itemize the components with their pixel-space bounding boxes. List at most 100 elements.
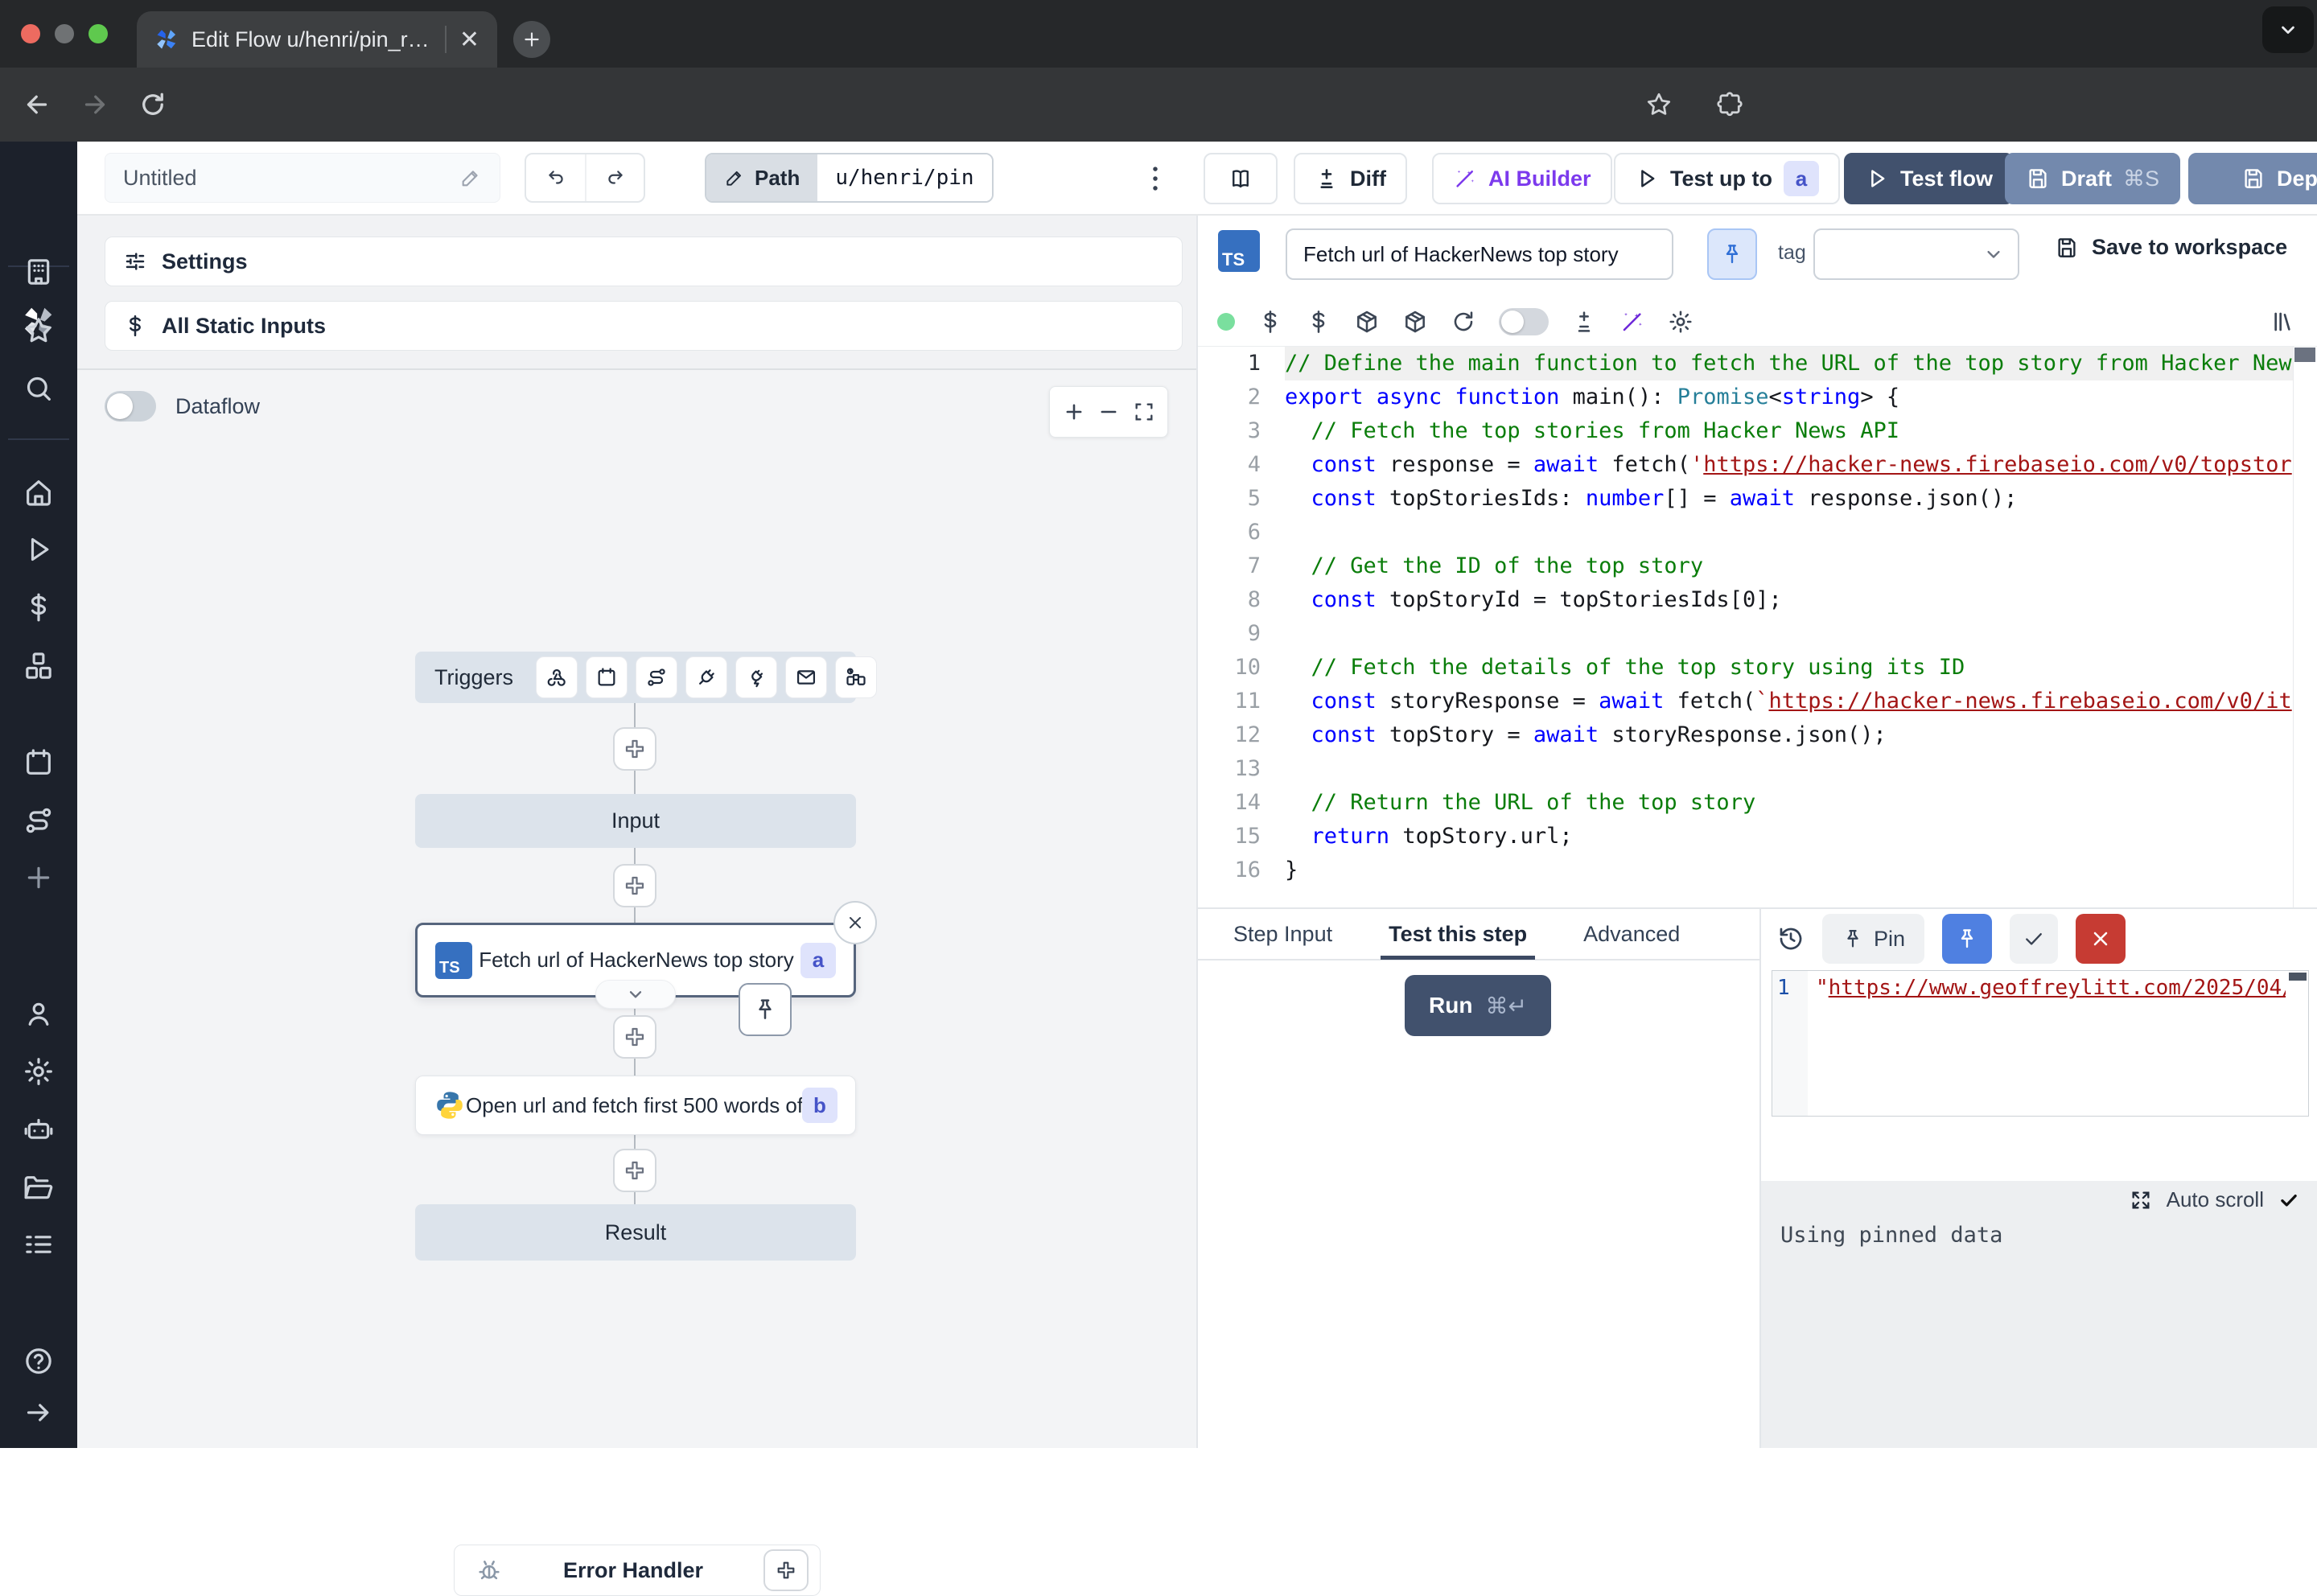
code-editor[interactable]: 1// Define the main function to fetch th… bbox=[1198, 346, 2317, 907]
browser-tab[interactable]: Edit Flow u/henri/pin_results ✕ bbox=[137, 11, 497, 68]
sidebar-item-settings gear-icon[interactable] bbox=[23, 1055, 55, 1088]
path-value[interactable]: u/henri/pin bbox=[817, 154, 991, 201]
forward-icon[interactable] bbox=[80, 90, 109, 119]
sidebar-item-resources boxes-icon[interactable] bbox=[23, 650, 55, 682]
draft-button[interactable]: Draft⌘S bbox=[2005, 153, 2180, 204]
trigger-plug-zap-button[interactable] bbox=[735, 656, 777, 698]
zoom-in-icon[interactable] bbox=[1063, 401, 1085, 423]
auto-scroll-row[interactable]: Auto scroll bbox=[2130, 1187, 2299, 1212]
expand-icon[interactable] bbox=[2130, 1189, 2152, 1211]
reload-icon[interactable] bbox=[138, 90, 167, 119]
trigger-route-button[interactable] bbox=[636, 656, 677, 698]
test-up-to-step-badge[interactable]: a bbox=[1784, 161, 1819, 196]
refresh-icon[interactable] bbox=[1451, 309, 1476, 335]
dollar-icon[interactable] bbox=[1306, 309, 1331, 335]
pinned-value: "https://www.geoffreylitt.com/2025/04/12… bbox=[1816, 976, 2286, 1000]
deploy-button[interactable]: Deploy bbox=[2188, 153, 2317, 204]
pin-toggle-button[interactable] bbox=[1707, 228, 1757, 280]
library-icon[interactable] bbox=[2270, 309, 2296, 335]
trigger-poll-button[interactable] bbox=[835, 656, 877, 698]
redo-button[interactable] bbox=[585, 154, 644, 201]
diff-pm-icon[interactable] bbox=[1571, 309, 1597, 335]
tab-step-input[interactable]: Step Input bbox=[1233, 908, 1332, 960]
save-to-workspace-button[interactable]: Save to workspace bbox=[2055, 235, 2287, 260]
triggers-node[interactable]: Triggers bbox=[415, 652, 856, 703]
flow-settings-row[interactable]: Settings bbox=[105, 237, 1183, 286]
error-handler-node[interactable]: Error Handler bbox=[454, 1545, 821, 1596]
insert-step-button[interactable] bbox=[613, 1149, 656, 1192]
pinned-data-editor[interactable]: 1 "https://www.geoffreylitt.com/2025/04/… bbox=[1772, 970, 2309, 1117]
trigger-calendar-button[interactable] bbox=[586, 656, 628, 698]
tag-select[interactable] bbox=[1813, 228, 2019, 280]
gear-icon[interactable] bbox=[1668, 309, 1694, 335]
pin-button[interactable]: Pin bbox=[1822, 914, 1924, 964]
zoom-out-icon[interactable] bbox=[1097, 401, 1120, 423]
insert-step-button[interactable] bbox=[613, 1015, 656, 1059]
sidebar-item-create plus-icon[interactable] bbox=[23, 862, 55, 894]
trigger-mail-button[interactable] bbox=[785, 656, 827, 698]
step-a-expand-chevron[interactable] bbox=[595, 980, 676, 1009]
sidebar-item-ai bot-icon[interactable] bbox=[23, 1114, 55, 1146]
test-flow-button[interactable]: Test flow bbox=[1844, 153, 2014, 204]
traffic-light-zoom[interactable] bbox=[88, 24, 108, 43]
sidebar-item-search search-icon[interactable] bbox=[23, 372, 55, 405]
sidebar-item-collapse arrow-right-icon[interactable] bbox=[23, 1396, 55, 1429]
path-button-group[interactable]: Path u/henri/pin bbox=[705, 153, 994, 203]
bookmark-star-icon[interactable] bbox=[1644, 90, 1673, 119]
add-error-handler-button[interactable] bbox=[763, 1549, 809, 1591]
trigger-webhook-button[interactable] bbox=[536, 656, 578, 698]
step-title-input[interactable] bbox=[1286, 228, 1673, 280]
tab-test-this-step[interactable]: Test this step bbox=[1389, 908, 1527, 960]
sidebar-item-variables dollar-icon[interactable] bbox=[23, 591, 55, 623]
undo-button[interactable] bbox=[526, 154, 585, 201]
sidebar-item-workspace building-icon[interactable] bbox=[23, 256, 55, 288]
result-node[interactable]: Result bbox=[415, 1204, 856, 1261]
package-icon[interactable] bbox=[1402, 309, 1428, 335]
diff-button[interactable]: Diff bbox=[1294, 153, 1407, 204]
history-icon[interactable] bbox=[1777, 925, 1805, 952]
fit-view-icon[interactable] bbox=[1133, 401, 1155, 423]
package-icon[interactable] bbox=[1354, 309, 1380, 335]
step-a-pin-badge[interactable] bbox=[739, 983, 792, 1036]
sidebar-item-flows route-icon[interactable] bbox=[23, 804, 55, 837]
insert-step-button[interactable] bbox=[613, 727, 656, 771]
step-node-b[interactable]: Open url and fetch first 500 words of ..… bbox=[415, 1076, 856, 1135]
input-node[interactable]: Input bbox=[415, 794, 856, 848]
ai-builder-button[interactable]: AI Builder bbox=[1432, 153, 1612, 204]
docs-button[interactable] bbox=[1204, 153, 1278, 204]
sidebar-item-favorites star-icon[interactable] bbox=[23, 315, 55, 347]
traffic-light-minimize[interactable] bbox=[55, 24, 74, 43]
back-icon[interactable] bbox=[23, 90, 51, 119]
flow-canvas[interactable]: Dataflow Triggers Input TS Fetch url of … bbox=[77, 370, 1196, 1448]
toolbar-kebab-icon[interactable] bbox=[1138, 159, 1173, 198]
traffic-light-close[interactable] bbox=[21, 24, 40, 43]
insert-step-button[interactable] bbox=[613, 864, 656, 907]
pin-active-button[interactable] bbox=[1942, 914, 1992, 964]
new-tab-button[interactable] bbox=[513, 21, 550, 58]
tab-search-chevron-icon[interactable] bbox=[2262, 6, 2314, 53]
trigger-plug-button[interactable] bbox=[685, 656, 727, 698]
sidebar-item-runs play-icon[interactable] bbox=[23, 533, 55, 566]
dollar-icon[interactable] bbox=[1257, 309, 1283, 335]
sidebar-item-home home-icon[interactable] bbox=[23, 476, 55, 508]
dataflow-toggle[interactable] bbox=[105, 391, 156, 422]
all-static-inputs-row[interactable]: All Static Inputs bbox=[105, 301, 1183, 351]
path-label-segment[interactable]: Path bbox=[706, 154, 817, 201]
step-a-close-button[interactable] bbox=[833, 901, 877, 944]
flow-name-field[interactable]: Untitled bbox=[105, 153, 500, 203]
confirm-button[interactable] bbox=[2010, 914, 2058, 964]
wand-icon[interactable] bbox=[1619, 309, 1645, 335]
editor-toggle[interactable] bbox=[1499, 308, 1549, 335]
sidebar-item-help help-icon[interactable] bbox=[23, 1345, 55, 1377]
run-button[interactable]: Run⌘↵ bbox=[1405, 975, 1551, 1036]
close-pinned-button[interactable] bbox=[2076, 914, 2126, 964]
tab-close-icon[interactable]: ✕ bbox=[459, 26, 479, 54]
sidebar-item-users user-icon[interactable] bbox=[23, 998, 55, 1030]
test-up-to-button[interactable]: Test up toa bbox=[1614, 153, 1840, 204]
sidebar-item-folders folder-icon[interactable] bbox=[23, 1172, 55, 1204]
editor-minimap[interactable] bbox=[2293, 346, 2317, 907]
sidebar-item-logs list-icon[interactable] bbox=[23, 1228, 55, 1261]
tab-advanced[interactable]: Advanced bbox=[1583, 908, 1680, 960]
extensions-puzzle-icon[interactable] bbox=[1715, 90, 1744, 119]
sidebar-item-schedules calendar-icon[interactable] bbox=[23, 747, 55, 779]
